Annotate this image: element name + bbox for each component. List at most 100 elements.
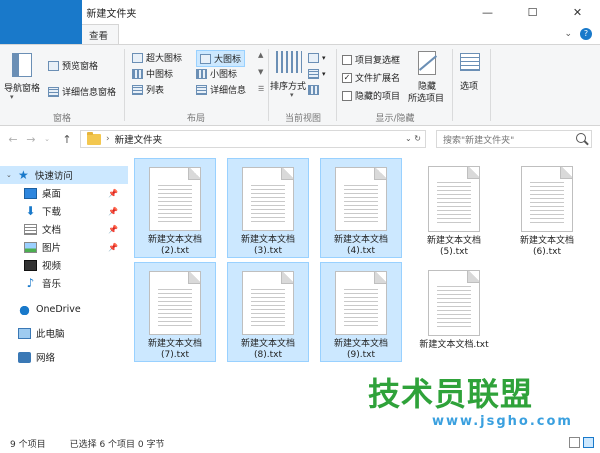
maximize-button[interactable]: ☐: [510, 0, 555, 24]
sidebar-item-videos[interactable]: 视频: [0, 256, 128, 274]
up-icon[interactable]: ↑: [60, 133, 74, 146]
layout-xl-icons[interactable]: 超大图标: [132, 51, 182, 64]
file-item[interactable]: 新建文本文档 (2).txt: [134, 158, 216, 258]
file-item[interactable]: 新建文本文档 (6).txt: [506, 158, 588, 258]
sidebar-item-network[interactable]: 网络: [0, 348, 128, 366]
options-icon[interactable]: [460, 53, 480, 71]
chevron-down-icon[interactable]: ⌄: [6, 171, 12, 179]
forward-icon[interactable]: →: [24, 133, 38, 146]
ribbon-tabs: 文件 主页 共享 查看 ⌄ ?: [0, 0, 600, 45]
expand-icon[interactable]: ☰: [258, 85, 264, 93]
hide-selected-label-2: 所选项目: [408, 94, 445, 104]
sidebar-item-documents[interactable]: 文档 📌: [0, 220, 128, 238]
divider: [490, 49, 491, 121]
item-checkboxes-toggle[interactable]: 项目复选框: [342, 53, 400, 66]
pin-icon[interactable]: 📌: [108, 225, 118, 234]
desktop-icon: [24, 187, 37, 199]
sidebar-item-pictures[interactable]: 图片 📌: [0, 238, 128, 256]
back-icon[interactable]: ←: [6, 133, 20, 146]
layout-medium-icons[interactable]: 中图标: [132, 67, 173, 80]
breadcrumb[interactable]: 新建文件夹: [115, 132, 163, 146]
tab-view[interactable]: 查看: [78, 24, 120, 45]
video-icon: [24, 259, 37, 271]
layout-large-icons[interactable]: 大图标: [196, 50, 246, 67]
refresh-icon[interactable]: ⌄ ↻: [405, 134, 421, 143]
pin-icon[interactable]: 📌: [108, 207, 118, 216]
sidebar-item-desktop[interactable]: 桌面 📌: [0, 184, 128, 202]
sidebar-item-onedrive[interactable]: OneDrive: [0, 300, 128, 318]
chevron-down-icon[interactable]: ▾: [290, 91, 294, 99]
details-pane-button[interactable]: 详细信息窗格: [48, 85, 116, 98]
file-item[interactable]: 新建文本文档 (3).txt: [227, 158, 309, 258]
text-file-icon: [149, 167, 201, 231]
size-columns-button[interactable]: [308, 85, 319, 95]
item-checkboxes-label: 项目复选框: [355, 56, 401, 66]
text-file-icon: [149, 271, 201, 335]
file-extensions-checkbox[interactable]: ✓: [342, 72, 352, 83]
xl-icons-icon: [132, 52, 143, 63]
address-path[interactable]: › 新建文件夹 ⌄ ↻: [80, 130, 426, 148]
pin-icon[interactable]: 📌: [108, 189, 118, 198]
details-view-icon[interactable]: [569, 437, 580, 448]
layout-details[interactable]: 详细信息: [196, 83, 246, 96]
chevron-right-icon[interactable]: ›: [106, 134, 110, 144]
sidebar-item-music[interactable]: ♪ 音乐: [0, 274, 128, 292]
document-icon: [24, 223, 37, 235]
file-item[interactable]: 新建文本文档 (8).txt: [227, 262, 309, 362]
chevron-down-icon[interactable]: ▼: [258, 68, 264, 76]
hidden-items-label: 隐藏的项目: [355, 92, 401, 102]
group-by-button[interactable]: ▾: [308, 53, 326, 63]
file-item[interactable]: 新建文本文档 (9).txt: [320, 262, 402, 362]
help-icon[interactable]: ?: [580, 28, 592, 40]
search-icon[interactable]: [576, 133, 586, 143]
navigation-pane-icon[interactable]: [12, 53, 32, 77]
file-item[interactable]: 新建文本文档 (7).txt: [134, 262, 216, 362]
layout-list[interactable]: 列表: [132, 83, 164, 96]
chevron-up-icon[interactable]: ▲: [258, 51, 264, 59]
pin-icon[interactable]: 📌: [108, 243, 118, 252]
sort-by-button[interactable]: 排序方式: [270, 79, 306, 92]
sidebar-item-quick-access[interactable]: ⌄ ★ 快速访问: [0, 166, 128, 184]
minimize-button[interactable]: —: [465, 0, 510, 24]
preview-pane-button[interactable]: 预览窗格: [48, 59, 98, 72]
divider: [452, 49, 453, 121]
sidebar-item-downloads[interactable]: ⬇ 下载 📌: [0, 202, 128, 220]
file-item[interactable]: 新建文本文档.txt: [413, 262, 495, 362]
text-file-icon: [242, 167, 294, 231]
hide-selected-icon[interactable]: [418, 51, 436, 75]
layout-scroll[interactable]: ▲ ▼ ☰: [258, 51, 264, 93]
title-bar: ✓ ▼ 新建文件夹 — ☐ ✕: [0, 0, 600, 24]
group-label-layout: 布局: [186, 114, 205, 124]
layout-small-icons[interactable]: 小图标: [196, 67, 237, 80]
search-input[interactable]: 搜索"新建文件夹": [436, 130, 592, 148]
hidden-items-toggle[interactable]: 隐藏的项目: [342, 89, 400, 102]
chevron-down-icon[interactable]: ⌄: [40, 135, 54, 143]
item-checkboxes-checkbox[interactable]: [342, 54, 352, 65]
chevron-down-icon[interactable]: ⌄: [564, 29, 572, 39]
tab-file[interactable]: 文件: [0, 0, 82, 44]
large-icons-view-icon[interactable]: [583, 437, 594, 448]
large-icons-label: 大图标: [214, 55, 242, 65]
close-button[interactable]: ✕: [555, 0, 600, 24]
preview-pane-label: 预览窗格: [62, 62, 99, 72]
text-file-icon: [335, 271, 387, 335]
file-item[interactable]: 新建文本文档 (5).txt: [413, 158, 495, 258]
text-file-icon: [521, 166, 573, 232]
file-extensions-toggle[interactable]: ✓ 文件扩展名: [342, 71, 400, 84]
sort-icon[interactable]: [276, 51, 302, 73]
add-columns-button[interactable]: ▾: [308, 69, 326, 79]
chevron-down-icon[interactable]: ▾: [10, 93, 14, 101]
hide-selected-button-2[interactable]: 所选项目: [408, 91, 444, 104]
file-item[interactable]: 新建文本文档 (4).txt: [320, 158, 402, 258]
window-title: 新建文件夹: [86, 8, 137, 20]
options-button[interactable]: 选项: [460, 79, 478, 92]
sidebar-item-label: 此电脑: [36, 329, 65, 340]
sidebar-item-this-pc[interactable]: 此电脑: [0, 324, 128, 342]
hidden-items-checkbox[interactable]: [342, 90, 352, 101]
file-name: 新建文本文档 (5).txt: [426, 236, 481, 257]
network-icon: [18, 351, 31, 363]
details-pane-label: 详细信息窗格: [62, 88, 117, 98]
ribbon-group-layout: 超大图标 大图标 中图标 小图标 列表 详细信息 布局: [126, 45, 266, 126]
small-icons-label: 小图标: [210, 70, 238, 80]
ribbon-group-panes: 导航窗格 ▾ 预览窗格 详细信息窗格 窗格: [0, 45, 124, 126]
